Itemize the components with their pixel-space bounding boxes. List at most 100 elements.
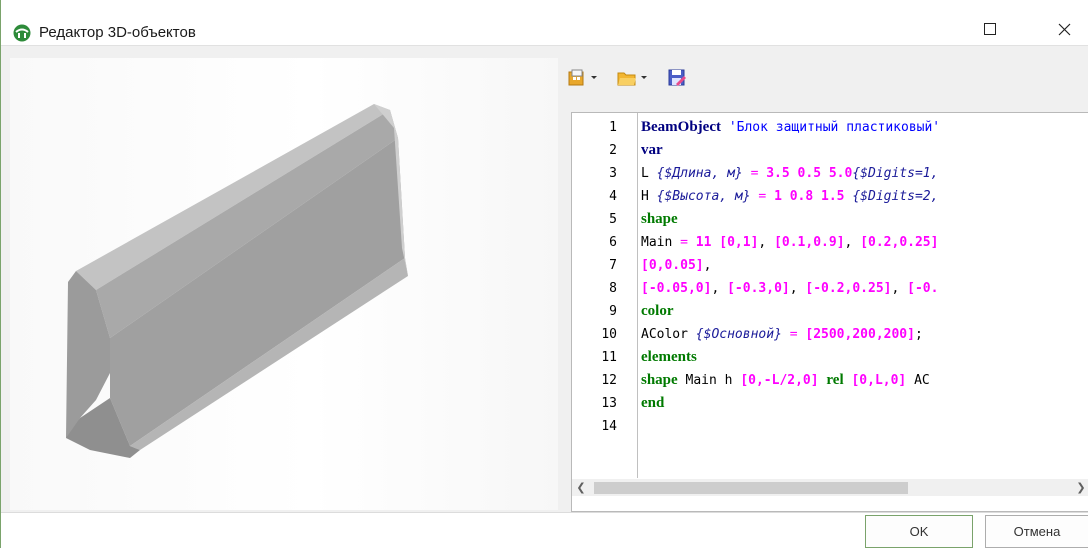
maximize-icon [984, 23, 996, 35]
line-number: 7 [609, 258, 617, 273]
chevron-down-icon [591, 76, 597, 79]
line-number: 10 [601, 327, 617, 342]
code-token: [0.1,0.9] [774, 235, 845, 250]
close-icon [1058, 23, 1070, 35]
code-token: = [789, 327, 798, 342]
code-line[interactable]: AColor {$Основной} = [2500,200,200]; [641, 323, 923, 346]
3d-viewport[interactable] [10, 58, 558, 510]
app-logo-icon [13, 24, 31, 42]
code-token: , [703, 258, 712, 273]
barrier-3d-model [66, 104, 408, 458]
code-token: shape [641, 372, 678, 388]
code-token: [0,-L/2,0] [740, 373, 819, 388]
scrollbar-thumb[interactable] [594, 482, 908, 494]
code-line[interactable]: [-0.05,0], [-0.3,0], [-0.2,0.25], [-0. [641, 277, 938, 300]
line-number-gutter: 1 2 3 4 5 6 7 8 9 10 11 12 13 14 [572, 113, 638, 478]
horizontal-scrollbar[interactable]: ❮ ❯ [572, 479, 1088, 496]
maximize-button[interactable] [967, 14, 1013, 44]
code-token: , [789, 281, 806, 296]
window-title: Редактор 3D-объектов [39, 24, 196, 41]
code-token: var [641, 142, 663, 158]
code-line[interactable]: [0,0.05], [641, 254, 711, 277]
code-token: , [844, 235, 861, 250]
save-button[interactable] [667, 66, 687, 90]
line-number: 3 [609, 166, 617, 181]
code-token: = [680, 235, 688, 250]
code-token: [-0.05,0] [641, 281, 712, 296]
folder-open-icon [617, 72, 636, 86]
code-token: [2500,200,200] [805, 327, 915, 342]
line-number: 4 [609, 189, 617, 204]
line-number: 14 [601, 419, 617, 434]
code-token: color [641, 303, 674, 319]
code-token: {$Digits=2, [852, 189, 939, 204]
code-token: {$Основной} [695, 327, 782, 342]
scroll-right-icon[interactable]: ❯ [1072, 479, 1088, 496]
code-token: [0,L,0] [851, 373, 907, 388]
line-number: 6 [609, 235, 617, 250]
code-token: shape [641, 211, 678, 227]
line-number: 9 [609, 304, 617, 319]
line-number: 1 [609, 120, 617, 135]
cancel-button[interactable]: Отмена [985, 515, 1088, 548]
code-token: {$Высота, м} [656, 189, 751, 204]
title-bar[interactable]: Редактор 3D-объектов [1, 0, 1088, 46]
code-token: AColor [641, 327, 696, 342]
templates-icon [568, 69, 584, 86]
code-token: , [711, 281, 728, 296]
code-token: [0.2,0.25] [860, 235, 939, 250]
chevron-down-icon [641, 76, 647, 79]
code-token: Main h [677, 373, 741, 388]
code-token: [-0. [907, 281, 939, 296]
code-token: ; [914, 327, 923, 342]
code-token: H [641, 189, 657, 204]
code-token: 'Блок защитный пластиковый' [728, 120, 941, 135]
code-token: end [641, 395, 665, 411]
ok-button[interactable]: OK [865, 515, 973, 548]
code-token: Main [641, 235, 681, 250]
code-line[interactable]: H {$Высота, м} = 1 0.8 1.5 {$Digits=2, [641, 185, 938, 208]
line-number: 12 [601, 373, 617, 388]
line-number: 8 [609, 281, 617, 296]
code-token: AC [906, 373, 930, 388]
code-token: , [891, 281, 908, 296]
save-icon [668, 69, 686, 86]
code-line[interactable]: var [641, 139, 663, 162]
line-number: 11 [601, 350, 617, 365]
code-line[interactable]: Main = 11 [0,1], [0.1,0.9], [0.2,0.25] [641, 231, 938, 254]
code-line[interactable]: shape Main h [0,-L/2,0] rel [0,L,0] AC [641, 369, 930, 392]
line-number: 5 [609, 212, 617, 227]
code-token: BeamObject [641, 119, 721, 135]
code-line[interactable]: elements [641, 346, 697, 369]
code-token: L [641, 166, 657, 181]
code-line[interactable]: L {$Длина, м} = 3.5 0.5 5.0{$Digits=1, [641, 162, 938, 185]
line-number: 13 [601, 396, 617, 411]
code-token: 1 0.8 1.5 [774, 189, 845, 204]
code-line[interactable]: BeamObject 'Блок защитный пластиковый' [641, 116, 940, 139]
line-number: 2 [609, 143, 617, 158]
code-line[interactable]: shape [641, 208, 678, 231]
code-line[interactable]: color [641, 300, 673, 323]
code-token: [-0.3,0] [727, 281, 790, 296]
templates-dropdown-button[interactable] [567, 66, 598, 90]
code-editor[interactable]: 1 2 3 4 5 6 7 8 9 10 11 12 13 14 BeamObject 'Блок защ… [571, 112, 1088, 512]
code-token: {$Длина, м} [656, 166, 743, 181]
code-token: 11 [0,1] [695, 235, 759, 250]
code-token: , [758, 235, 775, 250]
code-token: [0,0.05] [641, 258, 704, 273]
editor-toolbar [561, 58, 1088, 98]
code-token: 3.5 0.5 5.0 [766, 166, 853, 181]
scroll-left-icon[interactable]: ❮ [572, 479, 590, 496]
code-token: {$Digits=1, [852, 166, 939, 181]
code-line[interactable]: end [641, 392, 664, 415]
close-button[interactable] [1041, 14, 1087, 44]
code-token: [-0.2,0.25] [805, 281, 892, 296]
editor-window: Редактор 3D-объектов 1 2 3 4 5 6 7 8 9 1… [0, 0, 1088, 548]
code-token: rel [826, 372, 844, 388]
open-dropdown-button[interactable] [617, 66, 648, 90]
code-token: elements [641, 349, 697, 365]
